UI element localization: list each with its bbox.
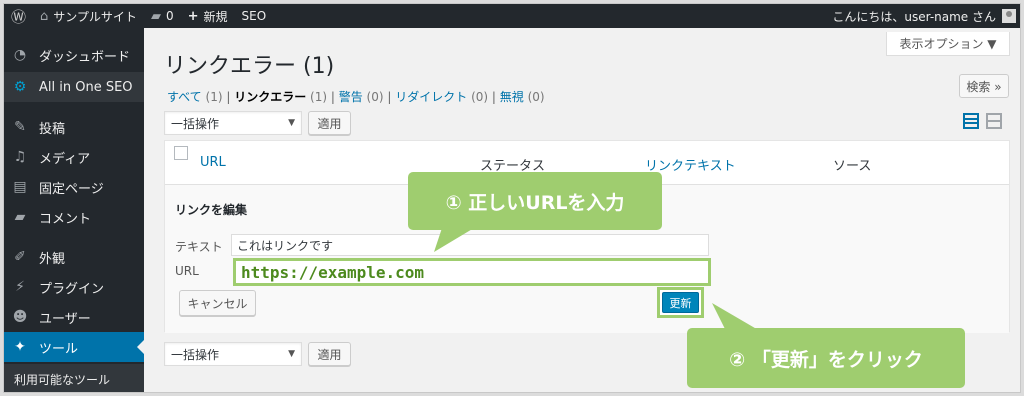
chevron-down-icon: ▼ bbox=[288, 349, 295, 359]
sidebar-item-label: 固定ページ bbox=[39, 181, 104, 197]
sidebar-item-tools[interactable]: ✦ ツール bbox=[4, 332, 144, 362]
wrench-icon: ✦ bbox=[14, 339, 26, 355]
bulk-action-select-top[interactable]: 一括操作 ▼ bbox=[164, 111, 302, 135]
column-link-text[interactable]: リンクテキスト bbox=[645, 155, 736, 174]
status-filters: すべて (1) | リンクエラー (1) | 警告 (0) | リダイレクト (… bbox=[167, 90, 545, 104]
column-source: ソース bbox=[833, 159, 872, 174]
greeting: こんにちは、user-name さん bbox=[832, 9, 996, 24]
comments-link[interactable]: ▰ 0 bbox=[144, 4, 181, 28]
comment-bubble-icon: ▰ bbox=[150, 8, 161, 24]
filter-ignored-count: (0) bbox=[527, 90, 545, 104]
sidebar-subitem-available-tools[interactable]: 利用可能なツール bbox=[4, 364, 144, 392]
sidebar-item-users[interactable]: ☻ ユーザー bbox=[4, 302, 144, 332]
bulk-action-value: 一括操作 bbox=[171, 116, 220, 131]
sidebar-item-media[interactable]: ♫ メディア bbox=[4, 142, 144, 172]
apply-button-bottom[interactable]: 適用 bbox=[308, 342, 351, 366]
view-mode-switcher bbox=[963, 113, 1002, 129]
update-button[interactable]: 更新 bbox=[662, 292, 699, 313]
column-url[interactable]: URL bbox=[200, 155, 226, 170]
sidebar-item-label: 外観 bbox=[39, 251, 66, 267]
sidebar-item-label: プラグイン bbox=[39, 281, 105, 297]
sidebar-item-comments[interactable]: ▰ コメント bbox=[4, 202, 144, 232]
excerpt-view-icon[interactable] bbox=[986, 113, 1002, 129]
sidebar-item-dashboard[interactable]: ◔ ダッシュボード bbox=[4, 40, 144, 70]
filter-redirect[interactable]: リダイレクト bbox=[395, 90, 467, 104]
sidebar-item-label: メディア bbox=[39, 151, 91, 167]
sidebar-item-all-in-one-seo[interactable]: ⚙ All in One SEO bbox=[4, 72, 144, 102]
filter-warning-count: (0) bbox=[366, 90, 384, 104]
comments-count: 0 bbox=[165, 9, 174, 23]
site-name: サンプルサイト bbox=[53, 9, 137, 24]
sidebar-item-label: ツール bbox=[39, 341, 79, 357]
callout-step-1: ① 正しいURLを入力 bbox=[408, 172, 662, 230]
sidebar-item-appearance[interactable]: ✐ 外観 bbox=[4, 242, 144, 272]
sidebar-item-posts[interactable]: ✎ 投稿 bbox=[4, 112, 144, 142]
list-view-icon[interactable] bbox=[963, 113, 979, 129]
screenshot-frame: Ⓦ ⌂ サンプルサイト ▰ 0 + 新規 SEO こんにちは、user-name さん… bbox=[3, 3, 1021, 393]
update-button-highlight: 更新 bbox=[657, 287, 704, 318]
cancel-button[interactable]: キャンセル bbox=[179, 290, 256, 316]
site-name-link[interactable]: ⌂ サンプルサイト bbox=[33, 4, 144, 28]
apply-button-top[interactable]: 適用 bbox=[308, 111, 351, 135]
seo-menu-link[interactable]: SEO bbox=[235, 4, 274, 28]
account-menu[interactable]: こんにちは、user-name さん bbox=[825, 4, 1020, 28]
brush-icon: ✐ bbox=[14, 249, 26, 265]
home-icon: ⌂ bbox=[40, 8, 49, 24]
bulk-action-value: 一括操作 bbox=[171, 347, 220, 362]
comment-icon: ▰ bbox=[14, 209, 26, 225]
avatar bbox=[1002, 9, 1016, 23]
screen-options-button[interactable]: 表示オプション ▼ bbox=[886, 32, 1010, 56]
pin-icon: ✎ bbox=[14, 119, 26, 135]
url-input[interactable]: https://example.com bbox=[233, 258, 711, 286]
page-icon: ▤ bbox=[13, 179, 27, 195]
filter-broken-count: (1) bbox=[310, 90, 328, 104]
callout-step-2: ② 「更新」をクリック bbox=[687, 328, 965, 388]
filter-warning[interactable]: 警告 bbox=[339, 90, 363, 104]
media-icon: ♫ bbox=[13, 149, 27, 165]
sidebar-item-plugins[interactable]: ⚡ プラグイン bbox=[4, 272, 144, 302]
page-title: リンクエラー (1) bbox=[164, 54, 335, 79]
text-field-label: テキスト bbox=[175, 240, 223, 254]
filter-ignored[interactable]: 無視 bbox=[500, 90, 524, 104]
sidebar-item-label: ユーザー bbox=[39, 311, 91, 327]
search-button[interactable]: 検索 » bbox=[959, 74, 1009, 98]
dashboard-icon: ◔ bbox=[13, 47, 27, 63]
edit-link-title: リンクを編集 bbox=[175, 203, 248, 217]
gear-icon: ⚙ bbox=[13, 79, 27, 95]
sidebar-item-label: 投稿 bbox=[39, 121, 66, 137]
filter-broken[interactable]: リンクエラー bbox=[234, 90, 306, 104]
sidebar-item-pages[interactable]: ▤ 固定ページ bbox=[4, 172, 144, 202]
plugin-icon: ⚡ bbox=[15, 279, 25, 295]
bulk-action-select-bottom[interactable]: 一括操作 ▼ bbox=[164, 342, 302, 366]
filter-all[interactable]: すべて bbox=[167, 90, 202, 104]
filter-redirect-count: (0) bbox=[471, 90, 489, 104]
plus-icon: + bbox=[187, 8, 199, 24]
callout-1-tail bbox=[434, 228, 474, 252]
callout-2-tail bbox=[712, 303, 760, 331]
broken-links-table: URL ステータス リンクテキスト ソース リンクを編集 テキスト これはリンク… bbox=[164, 140, 1010, 333]
admin-bar: Ⓦ ⌂ サンプルサイト ▰ 0 + 新規 SEO こんにちは、user-name さん bbox=[4, 4, 1020, 28]
chevron-down-icon: ▼ bbox=[288, 118, 295, 128]
filter-all-count: (1) bbox=[205, 90, 223, 104]
sidebar-item-label: コメント bbox=[39, 211, 92, 227]
wordpress-logo-icon[interactable]: Ⓦ bbox=[4, 4, 33, 28]
sidebar-item-label: All in One SEO bbox=[39, 79, 133, 95]
admin-sidebar: ◔ ダッシュボード ⚙ All in One SEO ✎ 投稿 ♫ メディア ▤ 固定ペー… bbox=[4, 28, 144, 392]
seo-label: SEO bbox=[241, 9, 267, 23]
sidebar-item-label: ダッシュボード bbox=[39, 49, 131, 65]
select-all-checkbox[interactable] bbox=[174, 146, 188, 160]
url-field-label: URL bbox=[175, 264, 199, 278]
new-content-link[interactable]: + 新規 bbox=[181, 4, 235, 28]
user-icon: ☻ bbox=[12, 309, 28, 325]
new-label: 新規 bbox=[203, 9, 228, 24]
